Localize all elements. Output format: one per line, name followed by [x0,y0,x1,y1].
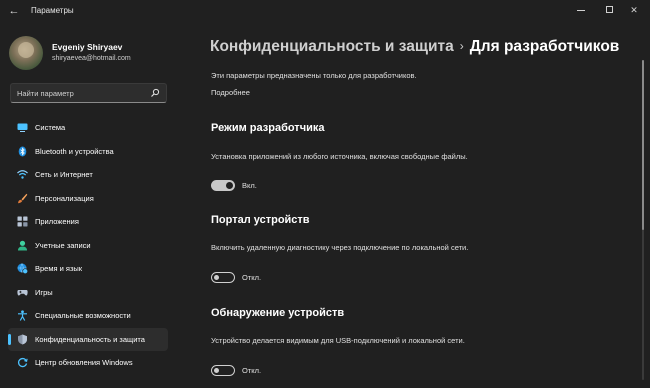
maximize-button[interactable] [595,2,623,18]
gamepad-icon [17,289,28,295]
main-content: Конфиденциальность и защита › Для разработ… [192,22,642,388]
sidebar-item-windows-update[interactable]: Центр обновления Windows [8,351,168,375]
sidebar-item-system[interactable]: Система [8,116,168,140]
sidebar-item-label: Специальные возможности [35,311,131,320]
app-title: Параметры [31,6,74,15]
update-icon [17,357,28,368]
device-discovery-toggle[interactable] [211,365,235,376]
sidebar-item-apps[interactable]: Приложения [8,210,168,234]
sidebar-item-label: Сеть и Интернет [35,170,93,179]
device-portal-toggle-label: Откл. [242,273,262,282]
page-title: Для разработчиков [469,38,620,55]
device-discovery-title: Обнаружение устройств [211,307,345,319]
close-icon: ✕ [630,5,638,15]
breadcrumb-parent-link[interactable]: Конфиденциальность и защита [210,38,454,55]
close-button[interactable]: ✕ [620,2,648,18]
user-name: Evgeniy Shiryaev [52,42,123,52]
sidebar-item-label: Конфиденциальность и защита [35,334,145,344]
sidebar-item-bluetooth[interactable]: Bluetooth и устройства [8,140,168,164]
scrollbar-thumb[interactable] [642,60,644,230]
chevron-right-icon: › [459,39,464,53]
settings-window: ← Параметры ✕ Evgeniy Shiryaev shiryaeve… [0,0,650,388]
apps-icon [17,216,28,227]
bluetooth-icon [18,146,27,156]
back-button[interactable]: ← [7,4,21,18]
sidebar-item-personalization[interactable]: Персонализация [8,187,168,211]
search-input[interactable] [17,87,147,99]
sidebar-item-label: Персонализация [35,193,94,203]
sidebar-item-label: Игры [35,287,53,297]
sidebar-item-network[interactable]: Сеть и Интернет [8,163,168,187]
device-discovery-toggle-label: Откл. [242,366,262,375]
developer-mode-toggle-label: Вкл. [242,181,257,190]
sidebar-item-gaming[interactable]: Игры [8,281,168,305]
avatar[interactable] [9,36,43,70]
minimize-icon [577,10,585,11]
device-portal-toggle[interactable] [211,272,235,283]
search-box [10,83,167,103]
minimize-button[interactable] [567,2,595,18]
monitor-icon [17,123,28,132]
device-discovery-description: Устройство делается видимым для USB-подк… [211,336,465,345]
sidebar-item-label: Система [35,123,66,132]
device-portal-title: Портал устройств [211,214,310,226]
sidebar-item-accounts[interactable]: Учетные записи [8,234,168,258]
globe-clock-icon [17,263,28,274]
developer-mode-title: Режим разработчика [211,122,325,134]
sidebar-item-label: Bluetooth и устройства [35,146,114,156]
sidebar-item-time-language[interactable]: Время и язык [8,257,168,281]
intro-text: Эти параметры предназначены только для р… [211,71,417,80]
sidebar-item-accessibility[interactable]: Специальные возможности [8,304,168,328]
sidebar-item-privacy-security[interactable]: Конфиденциальность и защита [8,327,168,351]
toggle-knob [226,182,233,189]
developer-mode-description: Установка приложений из любого источника… [211,152,468,161]
shield-icon [18,334,27,344]
breadcrumb: Конфиденциальность и защита › Для разработ… [210,35,619,58]
maximize-icon [605,6,613,13]
sidebar-item-label: Центр обновления Windows [35,358,133,367]
toggle-knob [214,368,219,373]
search-icon[interactable] [150,88,160,98]
title-bar: ← Параметры ✕ [0,0,650,22]
person-icon [18,240,27,250]
learn-more-link[interactable]: Подробнее [211,88,250,97]
user-email: shiryaevea@hotmail.com [52,55,131,62]
sidebar-item-label: Приложения [35,217,79,226]
toggle-knob [214,275,219,280]
sidebar-item-label: Время и язык [35,264,83,273]
developer-mode-toggle[interactable] [211,180,235,191]
accessibility-icon [18,310,27,321]
sidebar-item-label: Учетные записи [35,240,91,250]
brush-icon [18,193,28,203]
device-portal-description: Включить удаленную диагностику через под… [211,243,469,252]
wifi-icon [17,170,28,179]
sidebar-nav: Система Bluetooth и устройства Сеть и Ин… [8,116,170,375]
vertical-scrollbar[interactable] [642,60,644,380]
sidebar: Evgeniy Shiryaev shiryaevea@hotmail.com … [0,22,180,388]
